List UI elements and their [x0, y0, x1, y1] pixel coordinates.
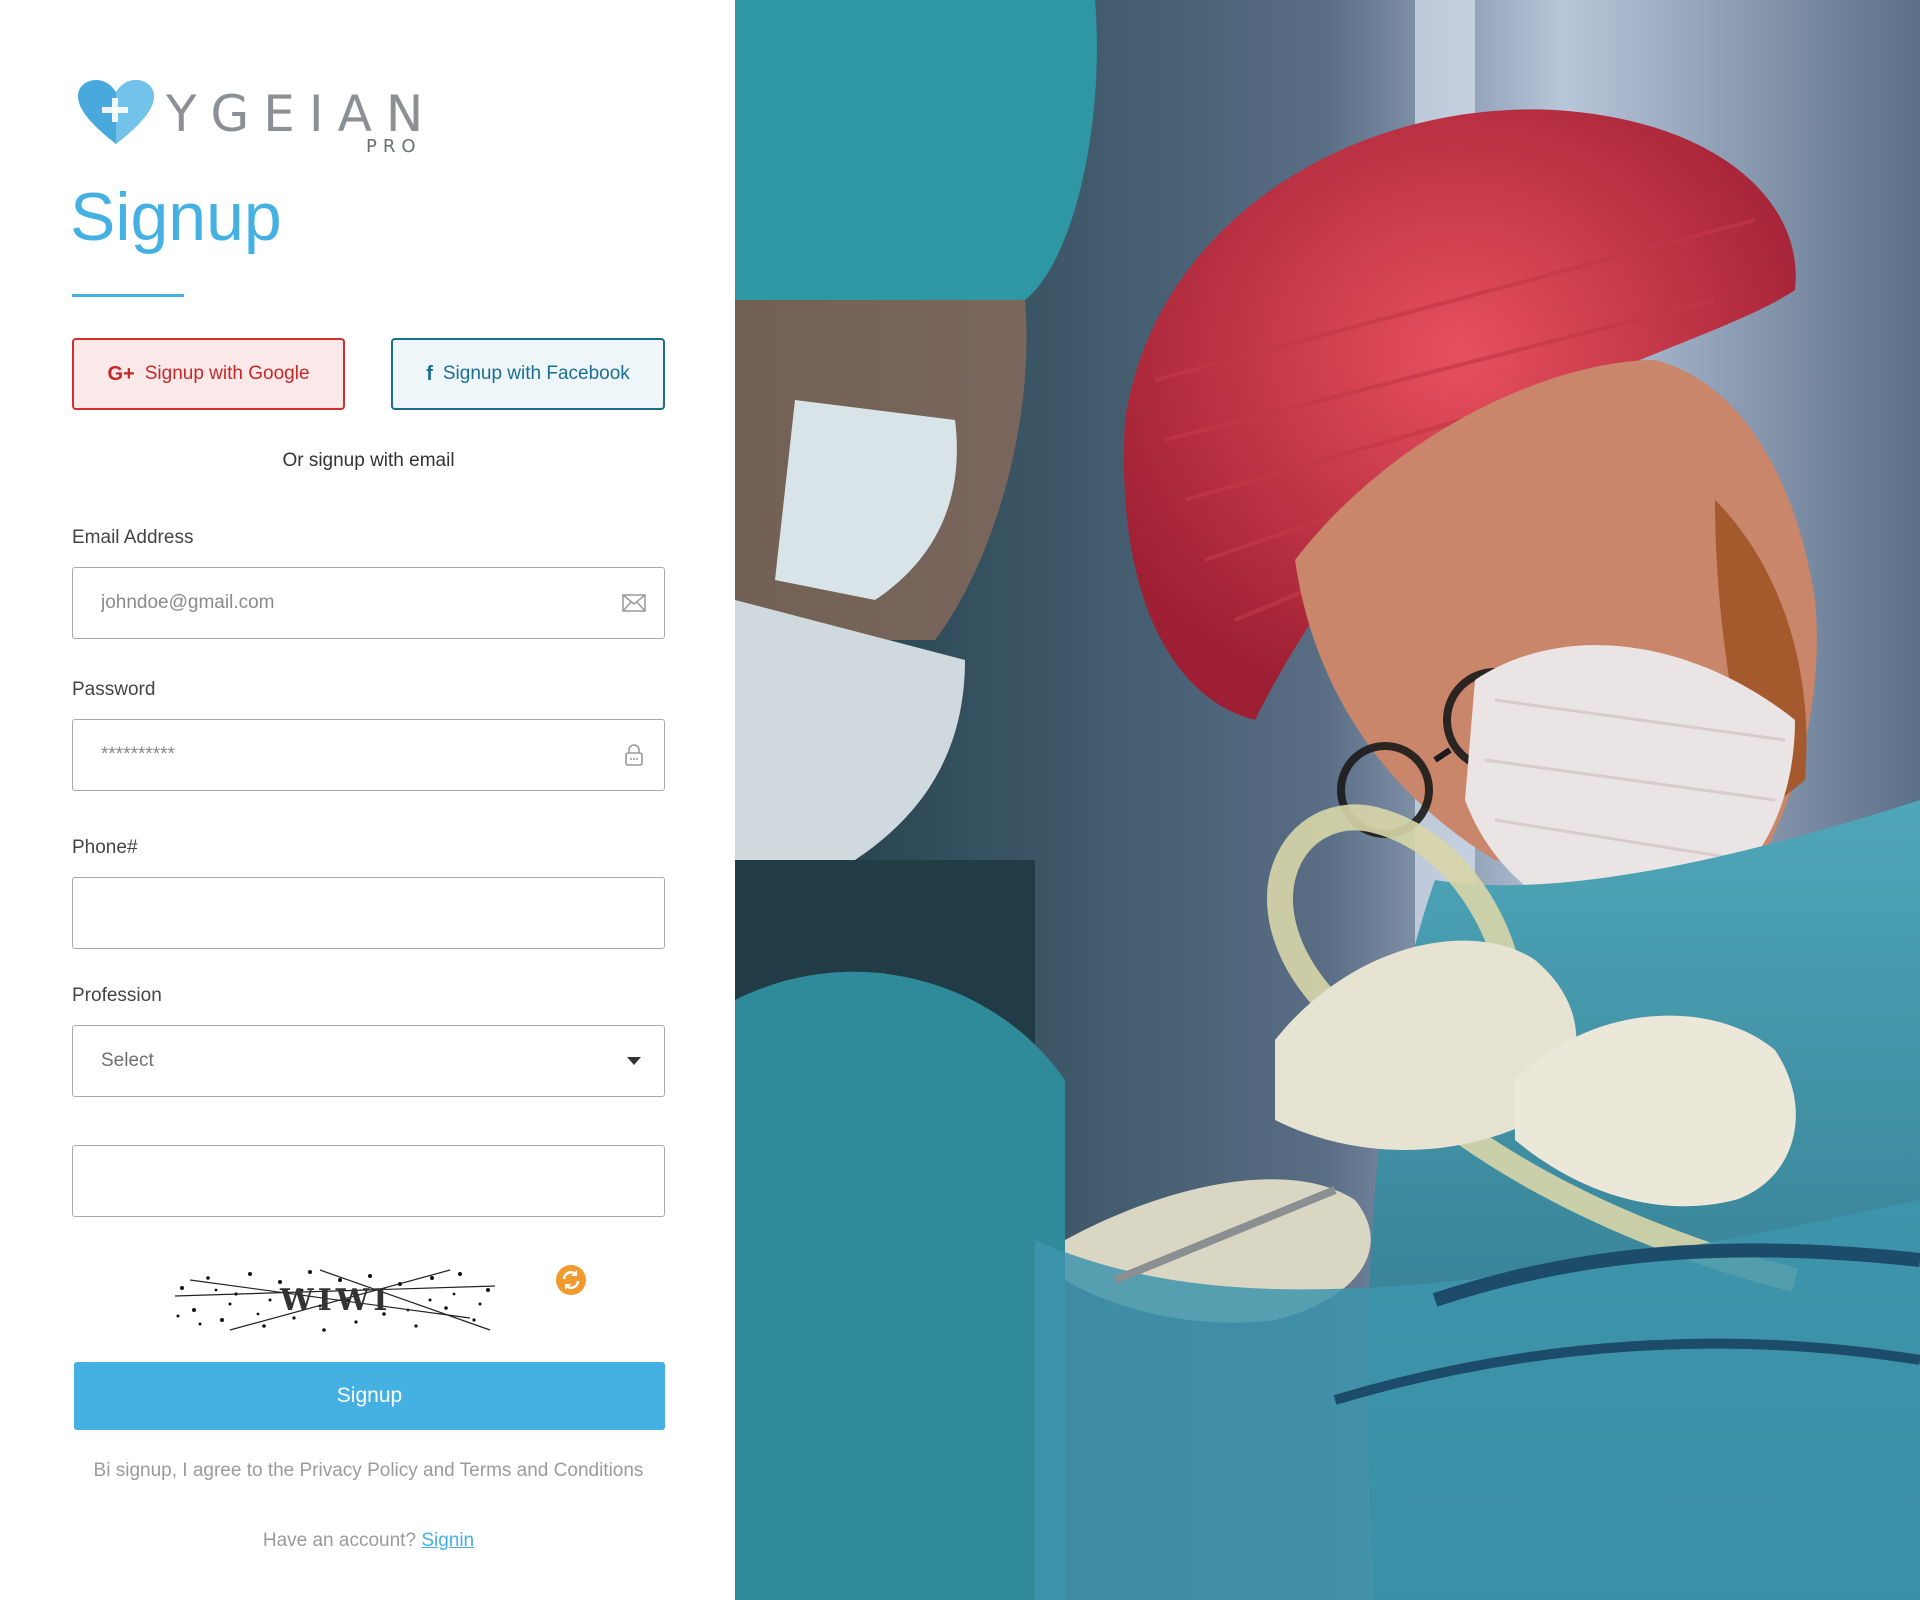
- profession-label: Profession: [72, 985, 162, 1006]
- captcha-field[interactable]: [72, 1145, 665, 1217]
- brand-logo: YGEIAN PRO: [78, 80, 438, 160]
- google-plus-icon: G+: [107, 362, 135, 385]
- phone-input[interactable]: [73, 877, 664, 949]
- have-account-text: Have an account?: [262, 1530, 417, 1551]
- signup-panel: YGEIAN PRO Signup G+ Signup with Google …: [0, 0, 735, 1600]
- terms-text: Bi signup, I agree to the Privacy Policy…: [93, 1460, 644, 1481]
- refresh-captcha-icon[interactable]: [555, 1264, 587, 1296]
- captcha-input[interactable]: [73, 1145, 664, 1217]
- surgery-photo-illustration: [735, 0, 1920, 1600]
- profession-select[interactable]: Select: [72, 1025, 665, 1097]
- brand-sub: PRO: [366, 136, 422, 157]
- phone-field[interactable]: [72, 877, 665, 949]
- facebook-button-label: Signup with Facebook: [442, 363, 630, 384]
- signup-google-button[interactable]: G+ Signup with Google: [72, 338, 345, 410]
- email-label: Email Address: [72, 527, 194, 548]
- password-field[interactable]: [72, 719, 665, 791]
- password-input[interactable]: [73, 719, 604, 791]
- lock-icon: [604, 743, 664, 767]
- signup-submit-button[interactable]: Signup: [74, 1362, 665, 1430]
- signup-facebook-button[interactable]: f Signup with Facebook: [391, 338, 665, 410]
- hero-surgery-photo: [735, 0, 1920, 1600]
- password-label: Password: [72, 679, 156, 700]
- profession-selected-value: Select: [101, 1050, 154, 1071]
- facebook-icon: f: [426, 362, 433, 385]
- signup-page: YGEIAN PRO Signup G+ Signup with Google …: [0, 0, 1920, 1600]
- heart-plus-icon: [78, 80, 154, 144]
- google-button-label: Signup with Google: [144, 363, 310, 384]
- title-underline: [72, 294, 184, 297]
- page-title: Signup: [70, 179, 282, 255]
- or-signup-text: Or signup with email: [282, 450, 455, 471]
- caret-down-icon: [604, 1057, 664, 1065]
- envelope-icon: [604, 594, 664, 612]
- have-account-row: Have an account? Signin: [72, 1530, 665, 1552]
- phone-label: Phone#: [72, 837, 138, 858]
- signin-link[interactable]: Signin: [421, 1530, 474, 1551]
- email-field[interactable]: [72, 567, 665, 639]
- brand-name: YGEIAN: [166, 85, 438, 143]
- captcha-image: WIWI: [170, 1260, 500, 1336]
- email-input[interactable]: [73, 567, 604, 639]
- captcha-text: WIWI: [279, 1283, 391, 1318]
